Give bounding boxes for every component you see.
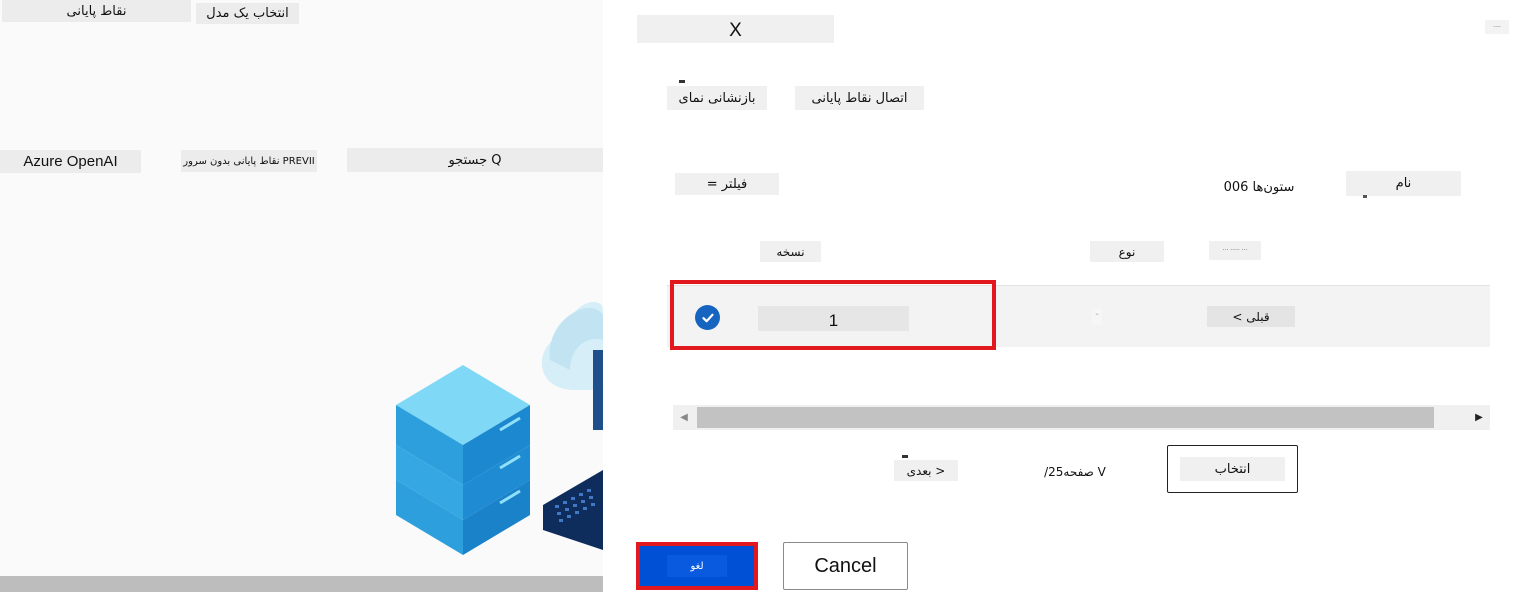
row-previous-link[interactable]: < قبلی xyxy=(1207,306,1295,327)
row-previous-label: < قبلی xyxy=(1232,309,1270,324)
serverless-endpoints-filter-label: نقاط پایانی بدون سرور PREVII xyxy=(183,155,315,167)
connect-endpoints-label: اتصال نقاط پایانی xyxy=(811,90,908,106)
tab-marker-icon xyxy=(679,80,685,83)
search-input[interactable]: جستجو Q xyxy=(347,148,603,172)
next-page-button[interactable]: بعدی > xyxy=(894,460,958,481)
columns-count-label: 006 ستون‌ها xyxy=(1223,179,1295,195)
scrollbar-thumb[interactable] xyxy=(697,407,1434,428)
serverless-endpoints-filter[interactable]: نقاط پایانی بدون سرور PREVII xyxy=(181,150,317,172)
version-column-label: نسخه xyxy=(776,244,805,259)
azure-openai-filter-label: Azure OpenAI xyxy=(23,153,118,170)
cancel-fa-button-label: لغو xyxy=(667,555,727,577)
endpoints-tab-label: نقاط پایانی xyxy=(66,3,127,19)
server-illustration-icon xyxy=(396,302,603,555)
name-column-header[interactable]: نام xyxy=(1346,171,1461,196)
panel-corner-mark-text: ···· xyxy=(1493,23,1501,31)
checkmark-icon xyxy=(701,313,714,322)
endpoints-tab[interactable]: نقاط پایانی xyxy=(2,0,191,22)
row-selected-checkbox[interactable] xyxy=(695,305,720,330)
next-marker-icon xyxy=(902,455,908,458)
filter-button[interactable]: = فیلتر xyxy=(675,173,779,195)
select-button[interactable]: انتخاب xyxy=(1167,445,1298,493)
close-icon: X xyxy=(729,20,742,41)
azure-openai-filter[interactable]: Azure OpenAI xyxy=(0,150,141,173)
scroll-right-icon[interactable]: ▶ xyxy=(1468,405,1490,430)
sort-column-label: ··· ····· ··· xyxy=(1222,247,1248,254)
background-page: نقاط پایانی انتخاب یک مدل Azure OpenAI ن… xyxy=(0,0,603,592)
row-version-cell: 1 xyxy=(758,306,909,331)
row-type-cell: ¨ xyxy=(1092,309,1102,325)
reset-view-label: بازنشانی نمای xyxy=(678,90,756,106)
filter-label: = فیلتر xyxy=(706,176,748,192)
scroll-left-icon[interactable]: ◀ xyxy=(673,405,695,430)
version-column-header[interactable]: نسخه xyxy=(760,241,821,262)
row-type-value: ¨ xyxy=(1095,312,1099,322)
name-sort-icon xyxy=(1363,195,1367,198)
page-selector[interactable]: /25صفحه V xyxy=(1039,461,1111,482)
next-page-label: بعدی > xyxy=(906,463,946,478)
reset-view-button[interactable]: بازنشانی نمای xyxy=(667,86,767,110)
select-model-tab[interactable]: انتخاب یک مدل xyxy=(196,3,299,24)
close-button[interactable]: X xyxy=(637,15,834,43)
select-button-label: انتخاب xyxy=(1180,457,1285,481)
type-column-header[interactable]: نوع xyxy=(1090,241,1164,262)
search-input-label: جستجو Q xyxy=(448,152,502,168)
select-model-tab-label: انتخاب یک مدل xyxy=(206,6,289,21)
cancel-button-label: Cancel xyxy=(814,554,877,577)
background-footer-bar xyxy=(0,576,603,592)
row-version-value: 1 xyxy=(828,311,839,330)
select-version-panel: X ···· بازنشانی نمای اتصال نقاط پایانی =… xyxy=(603,0,1519,592)
panel-corner-mark: ···· xyxy=(1485,20,1509,34)
cancel-button[interactable]: Cancel xyxy=(783,542,908,590)
type-column-label: نوع xyxy=(1118,244,1136,259)
connect-endpoints-button[interactable]: اتصال نقاط پایانی xyxy=(795,86,924,110)
sort-column-header[interactable]: ··· ····· ··· xyxy=(1209,241,1261,260)
cancel-fa-button[interactable]: لغو xyxy=(636,542,758,590)
columns-count[interactable]: 006 ستون‌ها xyxy=(1221,177,1297,197)
name-column-label: نام xyxy=(1395,176,1412,191)
page-selector-label: /25صفحه V xyxy=(1044,464,1106,479)
